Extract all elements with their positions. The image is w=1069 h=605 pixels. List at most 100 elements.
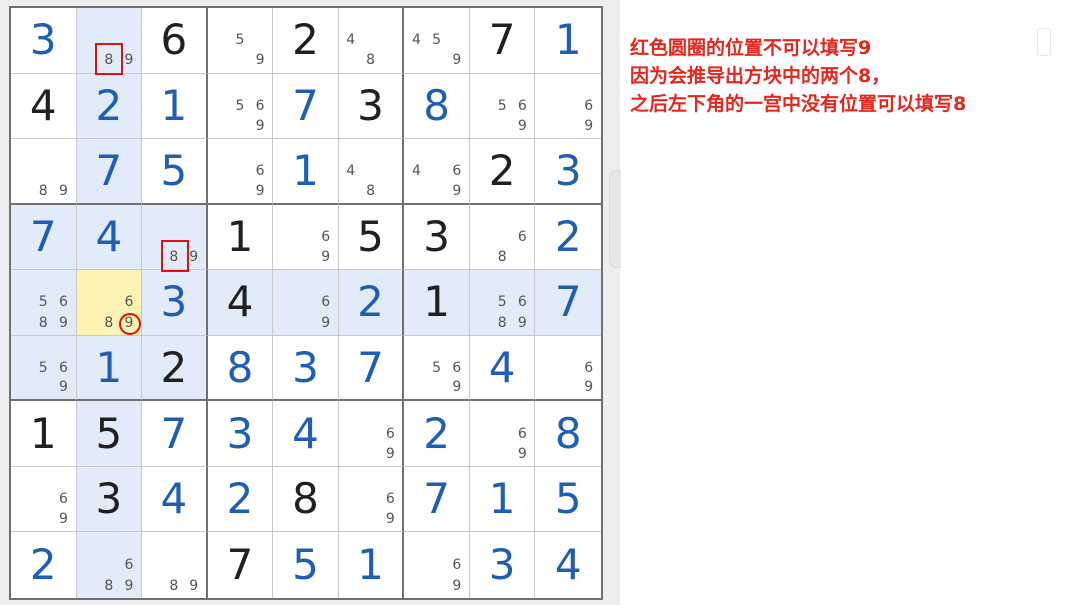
scroll-indicator-icon — [1037, 28, 1051, 56]
sudoku-cell[interactable]: 7 — [11, 204, 77, 271]
candidate-note: 9 — [321, 314, 331, 331]
sudoku-cell[interactable]: 56 9 — [469, 73, 536, 140]
sudoku-cell[interactable]: 1 — [404, 270, 470, 336]
sudoku-cell[interactable]: 1 — [142, 73, 208, 140]
sudoku-cell[interactable]: 5 — [535, 466, 601, 533]
sudoku-cell[interactable]: 3 — [11, 8, 77, 74]
sudoku-cell[interactable]: 4 — [207, 270, 274, 336]
given-digit: 2 — [160, 342, 188, 392]
sudoku-cell[interactable]: 1 — [11, 401, 77, 467]
candidate-note — [230, 161, 250, 181]
sudoku-cell[interactable]: 7 — [535, 270, 601, 336]
sudoku-cell[interactable]: 1 — [535, 8, 601, 74]
sudoku-cell[interactable]: 48 — [338, 139, 405, 205]
sudoku-cell[interactable]: 2 — [469, 139, 536, 205]
sudoku-cell[interactable]: 4 — [142, 466, 208, 533]
sudoku-cell[interactable]: 7 — [469, 8, 536, 74]
candidate-note: 6 — [321, 294, 331, 311]
candidate-note — [13, 469, 33, 489]
sudoku-cell[interactable]: 6 — [142, 8, 208, 74]
sudoku-cell[interactable]: 89 — [142, 204, 208, 271]
sudoku-cell[interactable]: 7 — [76, 139, 143, 205]
sudoku-cell[interactable]: 5689 — [469, 270, 536, 336]
sudoku-cell[interactable]: 7 — [207, 532, 274, 598]
sudoku-cell[interactable]: 69 — [469, 401, 536, 467]
sudoku-cell[interactable]: 69 — [338, 401, 405, 467]
sudoku-cell[interactable]: 1 — [469, 466, 536, 533]
sudoku-cell[interactable]: 4 — [11, 73, 77, 140]
sudoku-cell[interactable]: 3 — [142, 270, 208, 336]
sudoku-cell[interactable]: 1 — [76, 335, 143, 402]
sudoku-cell[interactable]: 3 — [338, 73, 405, 140]
sudoku-cell[interactable]: 7 — [273, 73, 339, 140]
sudoku-cell[interactable]: 7 — [404, 466, 470, 533]
side-drawer-handle[interactable] — [609, 170, 621, 268]
sudoku-cell[interactable]: 5 — [338, 204, 405, 271]
sudoku-cell[interactable]: 1 — [273, 139, 339, 205]
sudoku-cell[interactable]: 8 — [535, 401, 601, 467]
sudoku-cell[interactable]: 4 — [469, 335, 536, 402]
sudoku-cell[interactable]: 7 — [338, 335, 405, 402]
sudoku-cell[interactable]: 69 — [404, 532, 470, 598]
sudoku-cell[interactable]: 5 — [76, 401, 143, 467]
sudoku-cell[interactable]: 8 — [404, 73, 470, 140]
sudoku-cell[interactable]: 2 — [76, 73, 143, 140]
sudoku-cell[interactable]: 5689 — [11, 270, 77, 336]
sudoku-cell[interactable]: 5 — [273, 532, 339, 598]
sudoku-cell[interactable]: 689 — [76, 532, 143, 598]
sudoku-cell[interactable]: 7 — [142, 401, 208, 467]
candidate-note — [79, 50, 99, 70]
candidate-note: 8 — [366, 52, 375, 69]
sudoku-cell[interactable]: 459 — [404, 8, 470, 74]
sudoku-cell[interactable]: 2 — [207, 466, 274, 533]
sudoku-cell[interactable]: 56 9 — [207, 73, 274, 140]
sudoku-cell[interactable]: 56 9 — [11, 335, 77, 402]
sudoku-cell[interactable]: 69 — [11, 466, 77, 533]
candidate-note — [361, 141, 381, 161]
sudoku-cell[interactable]: 2 — [535, 204, 601, 271]
candidate-notes: 69 — [472, 403, 533, 464]
sudoku-cell[interactable]: 4 6 9 — [404, 139, 470, 205]
sudoku-cell[interactable]: 689 — [76, 270, 143, 336]
sudoku-cell[interactable]: 4 — [76, 204, 143, 271]
sudoku-cell[interactable]: 69 — [273, 204, 339, 271]
sudoku-cell[interactable]: 3 — [76, 466, 143, 533]
sudoku-cell[interactable]: 68 — [469, 204, 536, 271]
sudoku-cell[interactable]: 2 — [11, 532, 77, 598]
sudoku-cell[interactable]: 4 — [535, 532, 601, 598]
sudoku-cell[interactable]: 8 — [273, 466, 339, 533]
candidate-note — [537, 338, 558, 358]
candidate-note — [341, 141, 361, 161]
sudoku-cell[interactable]: 3 — [404, 204, 470, 271]
candidate-note: 5 — [497, 97, 507, 114]
sudoku-cell[interactable]: 2 — [142, 335, 208, 402]
candidate-note: 6 — [255, 162, 265, 179]
sudoku-cell[interactable]: 48 — [338, 8, 405, 74]
sudoku-cell[interactable]: 89 — [142, 532, 208, 598]
sudoku-cell[interactable]: 59 — [207, 8, 274, 74]
sudoku-cell[interactable]: 3 — [273, 335, 339, 402]
sudoku-cell[interactable]: 89 — [76, 8, 143, 74]
sudoku-cell[interactable]: 3 — [207, 401, 274, 467]
sudoku-cell[interactable]: 1 — [338, 532, 405, 598]
candidate-note — [361, 489, 381, 509]
sudoku-cell[interactable]: 2 — [404, 401, 470, 467]
sudoku-cell[interactable]: 2 — [273, 8, 339, 74]
sudoku-cell[interactable]: 3 — [469, 532, 536, 598]
sudoku-cell[interactable]: 2 — [338, 270, 405, 336]
sudoku-cell[interactable]: 56 9 — [404, 335, 470, 402]
sudoku-cell[interactable]: 69 — [535, 335, 601, 402]
sudoku-cell[interactable]: 1 — [207, 204, 274, 271]
sudoku-cell[interactable]: 8 — [207, 335, 274, 402]
candidate-note — [537, 96, 558, 116]
sudoku-cell[interactable]: 89 — [11, 139, 77, 205]
candidate-note — [341, 403, 361, 423]
candidate-note — [512, 272, 532, 292]
sudoku-cell[interactable]: 4 — [273, 401, 339, 467]
sudoku-cell[interactable]: 69 — [338, 466, 405, 533]
sudoku-cell[interactable]: 69 — [273, 270, 339, 336]
sudoku-cell[interactable]: 69 — [535, 73, 601, 140]
sudoku-cell[interactable]: 69 — [207, 139, 274, 205]
sudoku-cell[interactable]: 3 — [535, 139, 601, 205]
sudoku-cell[interactable]: 5 — [142, 139, 208, 205]
